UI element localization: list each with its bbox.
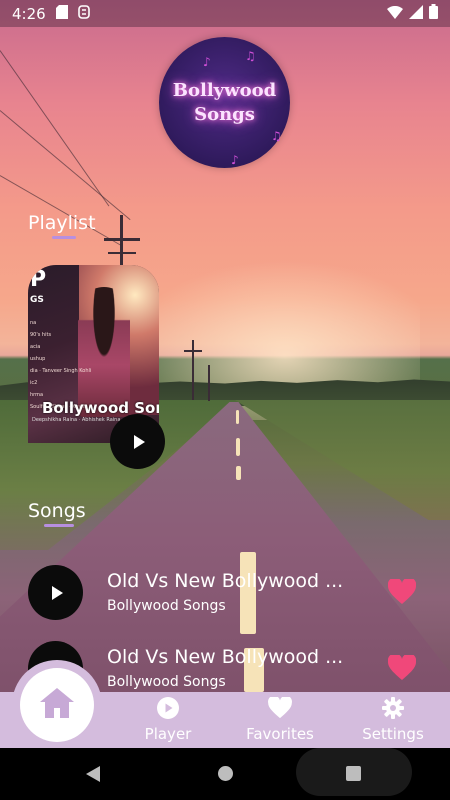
gear-icon xyxy=(382,697,404,723)
nav-label-settings: Settings xyxy=(362,725,424,743)
favorite-heart-icon[interactable] xyxy=(388,579,416,605)
lane-marking xyxy=(236,410,239,424)
playlist-heading: Playlist xyxy=(28,212,96,234)
app-logo: ♪ ♫ ♪ ♫ Bollywood Songs xyxy=(159,37,290,168)
sync-icon xyxy=(77,4,90,23)
music-note-icon: ♫ xyxy=(271,129,282,143)
nav-item-settings[interactable]: Settings xyxy=(343,692,443,748)
nav-item-favorites[interactable]: Favorites xyxy=(230,692,330,748)
battery-icon xyxy=(429,4,438,23)
card-track-line: 90's hits xyxy=(30,332,52,338)
system-nav-bar xyxy=(0,748,450,800)
card-track-line: ic2 xyxy=(30,380,38,386)
list-item[interactable]: Old Vs New Bollywood ... Bollywood Songs xyxy=(28,565,428,621)
lane-marking xyxy=(236,466,241,480)
song-subtitle: Bollywood Songs xyxy=(107,598,226,614)
back-icon[interactable] xyxy=(86,766,100,782)
lane-marking xyxy=(236,438,240,456)
play-circle-icon xyxy=(157,697,179,723)
recents-square-icon[interactable] xyxy=(346,766,361,781)
utility-pole xyxy=(192,340,194,400)
utility-pole-crossbar xyxy=(184,350,202,352)
sd-card-icon xyxy=(55,4,68,23)
home-icon xyxy=(40,688,74,722)
card-track-line: na xyxy=(30,320,37,326)
play-icon xyxy=(51,585,63,600)
songs-heading-underline xyxy=(44,524,74,527)
nav-item-home[interactable] xyxy=(20,668,94,742)
card-credit: Deepshikha Raina · Abhishek Raina xyxy=(32,417,121,423)
logo-line2: Songs xyxy=(194,103,255,125)
home-circle-icon[interactable] xyxy=(218,766,233,781)
card-corner-text: P xyxy=(30,267,47,292)
status-bar: 4:26 xyxy=(0,0,450,27)
signal-icon xyxy=(409,4,423,23)
card-track-line: dia · Tanveer Singh Kohli xyxy=(30,368,92,374)
favorite-heart-icon[interactable] xyxy=(388,655,416,681)
nav-label-player: Player xyxy=(144,725,192,743)
utility-pole xyxy=(208,365,210,401)
wifi-icon xyxy=(387,5,403,23)
songs-heading: Songs xyxy=(28,500,86,522)
nav-label-favorites: Favorites xyxy=(246,725,314,743)
music-note-icon: ♫ xyxy=(245,49,256,63)
status-time: 4:26 xyxy=(12,4,46,23)
playlist-heading-underline xyxy=(52,236,76,239)
song-play-button[interactable] xyxy=(28,565,83,620)
song-title: Old Vs New Bollywood ... xyxy=(107,570,344,592)
song-subtitle: Bollywood Songs xyxy=(107,674,226,690)
nav-item-player[interactable]: Player xyxy=(118,692,218,748)
playlist-play-button[interactable] xyxy=(110,414,165,469)
card-track-line: acia xyxy=(30,344,41,350)
play-icon xyxy=(133,434,145,449)
card-corner-subtext: GS xyxy=(30,295,44,305)
utility-pole-crossbar xyxy=(108,252,136,254)
music-note-icon: ♪ xyxy=(203,55,211,69)
logo-line1: Bollywood xyxy=(172,79,277,101)
heart-icon xyxy=(268,695,292,723)
music-note-icon: ♪ xyxy=(231,153,239,167)
card-track-line: ushup xyxy=(30,356,46,362)
song-title: Old Vs New Bollywood ... xyxy=(107,646,344,668)
